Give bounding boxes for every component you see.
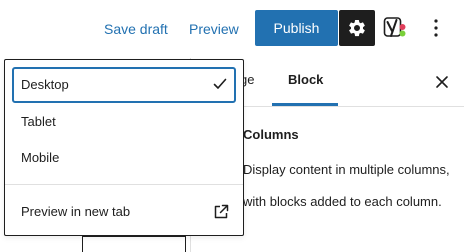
menu-item-label: Mobile: [21, 150, 60, 165]
save-draft-button[interactable]: Save draft: [104, 19, 168, 39]
check-icon: [213, 78, 227, 89]
block-card-description: Display content in multiple columns, wit…: [243, 162, 450, 209]
yoast-seo-button[interactable]: [383, 14, 407, 42]
publish-button[interactable]: Publish: [255, 10, 338, 46]
yoast-seo-icon: [383, 17, 406, 37]
settings-button[interactable]: [339, 10, 375, 46]
content-area-element: [82, 236, 186, 252]
menu-item-mobile[interactable]: Mobile: [12, 140, 236, 176]
close-sidebar-button[interactable]: [434, 74, 450, 90]
close-icon: [436, 76, 448, 88]
more-vertical-icon: [434, 19, 438, 37]
menu-item-label: Preview in new tab: [21, 204, 131, 219]
options-button[interactable]: [424, 14, 448, 42]
preview-dropdown-menu: Desktop Tablet Mobile Preview in new tab: [4, 59, 244, 236]
editor-toolbar: Save draft Preview Publish: [0, 0, 464, 58]
menu-item-preview-new-tab[interactable]: Preview in new tab: [12, 194, 236, 230]
menu-item-tablet[interactable]: Tablet: [12, 104, 236, 140]
external-link-icon: [214, 204, 229, 219]
block-card-title: Columns: [243, 127, 299, 142]
menu-item-label: Desktop: [21, 77, 69, 92]
menu-item-desktop[interactable]: Desktop: [12, 67, 236, 103]
tab-block[interactable]: Block: [288, 71, 323, 89]
gear-icon: [349, 19, 365, 37]
menu-divider: [5, 184, 243, 185]
menu-item-label: Tablet: [21, 114, 56, 129]
preview-button[interactable]: Preview: [189, 19, 239, 39]
